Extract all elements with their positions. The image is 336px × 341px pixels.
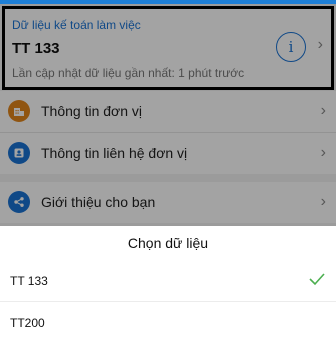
chevron-right-icon: › [320,144,326,161]
data-card-value: TT 133 [12,40,60,57]
info-icon[interactable]: i [276,32,306,62]
sheet-title: Chọn dữ liệu [0,226,336,260]
menu-item-label: Thông tin đơn vị [41,103,143,119]
menu-item-contact-info[interactable]: Thông tin liên hệ đơn vị › [0,133,336,174]
menu-item-share[interactable]: Giới thiệu cho bạn › [0,182,336,223]
menu-item-label: Thông tin liên hệ đơn vị [41,145,188,161]
working-data-card[interactable]: Dữ liệu kế toán làm việc TT 133 Lần cập … [2,6,334,90]
chevron-right-icon: › [317,36,323,53]
menu-item-label: Giới thiệu cho bạn [41,194,156,210]
chevron-right-icon: › [320,193,326,210]
option-tt133[interactable]: TT 133 [0,260,336,301]
building-icon [8,100,30,122]
data-card-last-updated: Lần cập nhật dữ liệu gần nhất: 1 phút tr… [12,66,245,80]
data-card-heading: Dữ liệu kế toán làm việc [12,18,141,32]
menu-item-unit-info[interactable]: Thông tin đơn vị › [0,91,336,132]
option-tt200[interactable]: TT200 [0,302,336,341]
option-label: TT200 [10,315,45,330]
share-icon [8,191,30,213]
checkmark-icon [309,273,325,286]
select-data-sheet: Chọn dữ liệu TT 133 TT200 [0,226,336,341]
settings-background: Dữ liệu kế toán làm việc TT 133 Lần cập … [0,4,336,226]
contact-card-icon [8,142,30,164]
option-label: TT 133 [10,273,48,288]
chevron-right-icon: › [320,102,326,119]
